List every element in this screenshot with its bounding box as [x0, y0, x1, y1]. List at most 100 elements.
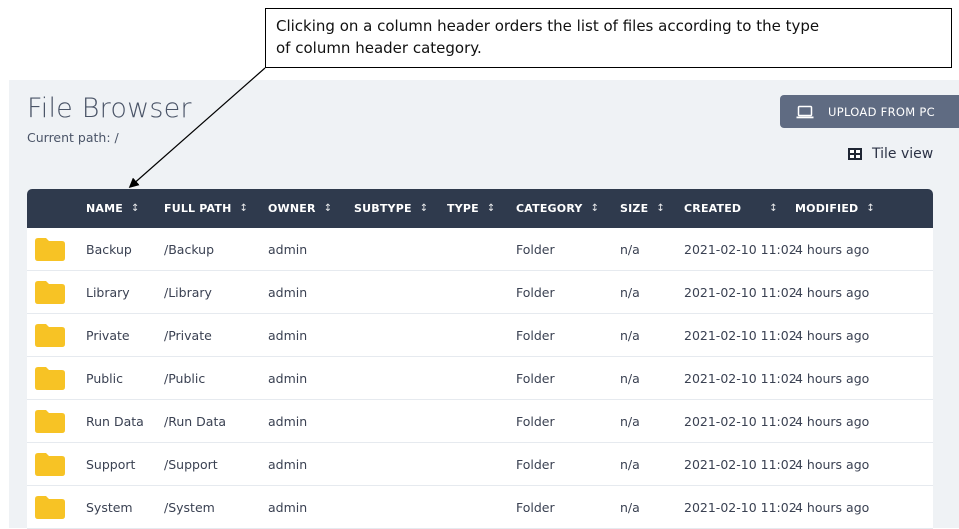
file-owner: admin: [268, 499, 308, 515]
sort-icon: ↕: [866, 203, 875, 214]
file-path: /Library: [164, 284, 212, 300]
file-category: Folder: [516, 413, 555, 429]
file-owner: admin: [268, 241, 308, 257]
file-modified: 4 hours ago: [795, 456, 870, 472]
file-category: Folder: [516, 327, 555, 343]
column-header-label: FULL PATH: [164, 202, 232, 215]
sort-icon: ↕: [419, 203, 429, 214]
table-row[interactable]: Support /Support admin Folder n/a 2021-0…: [27, 443, 933, 486]
sort-icon: ↕: [486, 203, 496, 214]
folder-icon: [35, 452, 65, 476]
file-modified: 4 hours ago: [795, 413, 870, 429]
sort-icon: ↕: [769, 203, 778, 214]
tile-view-label: Tile view: [872, 146, 934, 162]
file-path: /Support: [164, 456, 218, 472]
folder-icon: [35, 495, 65, 519]
file-category: Folder: [516, 241, 555, 257]
column-header-label: SUBTYPE: [354, 202, 412, 215]
file-owner: admin: [268, 370, 308, 386]
file-owner: admin: [268, 284, 308, 300]
upload-from-pc-button[interactable]: UPLOAD FROM PC: [780, 95, 959, 128]
file-owner: admin: [268, 456, 308, 472]
column-header-label: SIZE: [620, 202, 649, 215]
file-created: 2021-02-10 11:02: [684, 327, 797, 343]
column-header-label: CREATED: [684, 202, 742, 215]
file-created: 2021-02-10 11:02: [684, 499, 797, 515]
column-header-label: OWNER: [268, 202, 316, 215]
file-path: /System: [164, 499, 215, 515]
file-name: Library: [86, 284, 130, 300]
callout-line-2: of column header category.: [276, 39, 482, 57]
column-header-name[interactable]: NAME ↕: [86, 189, 140, 228]
sort-icon: ↕: [590, 203, 600, 214]
file-created: 2021-02-10 11:02: [684, 241, 797, 257]
column-header-owner[interactable]: OWNER ↕: [268, 189, 332, 228]
page-title: File Browser: [27, 93, 192, 124]
file-name: System: [86, 499, 133, 515]
file-created: 2021-02-10 11:02: [684, 284, 797, 300]
column-header-created[interactable]: CREATED ↕: [684, 189, 778, 228]
column-header-modified[interactable]: MODIFIED ↕: [795, 189, 875, 228]
folder-icon: [35, 323, 65, 347]
table-row[interactable]: System /System admin Folder n/a 2021-02-…: [27, 486, 933, 529]
file-created: 2021-02-10 11:02: [684, 370, 797, 386]
file-category: Folder: [516, 456, 555, 472]
column-header-subtype[interactable]: SUBTYPE ↕: [354, 189, 428, 228]
sort-icon: ↕: [656, 203, 665, 214]
file-path: /Public: [164, 370, 206, 386]
file-size: n/a: [620, 413, 640, 429]
file-category: Folder: [516, 284, 555, 300]
column-header-size[interactable]: SIZE ↕: [620, 189, 665, 228]
column-header-label: TYPE: [447, 202, 479, 215]
file-size: n/a: [620, 327, 640, 343]
table-row[interactable]: Backup /Backup admin Folder n/a 2021-02-…: [27, 228, 933, 271]
laptop-icon: [796, 105, 814, 118]
file-created: 2021-02-10 11:02: [684, 456, 797, 472]
file-modified: 4 hours ago: [795, 327, 870, 343]
column-header-type[interactable]: TYPE ↕: [447, 189, 495, 228]
file-name: Public: [86, 370, 123, 386]
current-path: Current path: /: [27, 130, 119, 145]
file-modified: 4 hours ago: [795, 370, 870, 386]
sort-icon: ↕: [239, 203, 249, 214]
column-header-full-path[interactable]: FULL PATH ↕: [164, 189, 248, 228]
column-header-category[interactable]: CATEGORY ↕: [516, 189, 599, 228]
file-name: Run Data: [86, 413, 144, 429]
file-path: /Run Data: [164, 413, 226, 429]
folder-icon: [35, 280, 65, 304]
table-row[interactable]: Private /Private admin Folder n/a 2021-0…: [27, 314, 933, 357]
file-path: /Backup: [164, 241, 215, 257]
tile-view-toggle[interactable]: Tile view: [848, 146, 933, 162]
sort-icon: ↕: [130, 203, 140, 214]
column-header-label: CATEGORY: [516, 202, 583, 215]
file-size: n/a: [620, 456, 640, 472]
column-header-label: NAME: [86, 202, 123, 215]
upload-button-label: UPLOAD FROM PC: [828, 104, 935, 119]
folder-icon: [35, 366, 65, 390]
file-size: n/a: [620, 370, 640, 386]
table-row[interactable]: Library /Library admin Folder n/a 2021-0…: [27, 271, 933, 314]
file-table: NAME ↕ FULL PATH ↕ OWNER ↕ SUBTYPE ↕ TYPE ↕ C…: [27, 189, 933, 529]
file-modified: 4 hours ago: [795, 241, 870, 257]
file-category: Folder: [516, 499, 555, 515]
file-size: n/a: [620, 241, 640, 257]
file-name: Private: [86, 327, 130, 343]
sort-icon: ↕: [323, 203, 333, 214]
file-modified: 4 hours ago: [795, 284, 870, 300]
folder-icon: [35, 409, 65, 433]
table-row[interactable]: Public /Public admin Folder n/a 2021-02-…: [27, 357, 933, 400]
file-owner: admin: [268, 413, 308, 429]
file-path: /Private: [164, 327, 212, 343]
file-owner: admin: [268, 327, 308, 343]
file-category: Folder: [516, 370, 555, 386]
file-size: n/a: [620, 284, 640, 300]
grid-icon: [848, 148, 862, 160]
file-size: n/a: [620, 499, 640, 515]
table-row[interactable]: Run Data /Run Data admin Folder n/a 2021…: [27, 400, 933, 443]
table-header: NAME ↕ FULL PATH ↕ OWNER ↕ SUBTYPE ↕ TYPE ↕ C…: [27, 189, 933, 228]
file-modified: 4 hours ago: [795, 499, 870, 515]
callout-annotation: Clicking on a column header orders the l…: [265, 8, 952, 68]
file-created: 2021-02-10 11:02: [684, 413, 797, 429]
file-name: Support: [86, 456, 136, 472]
callout-line-1: Clicking on a column header orders the l…: [276, 17, 820, 35]
